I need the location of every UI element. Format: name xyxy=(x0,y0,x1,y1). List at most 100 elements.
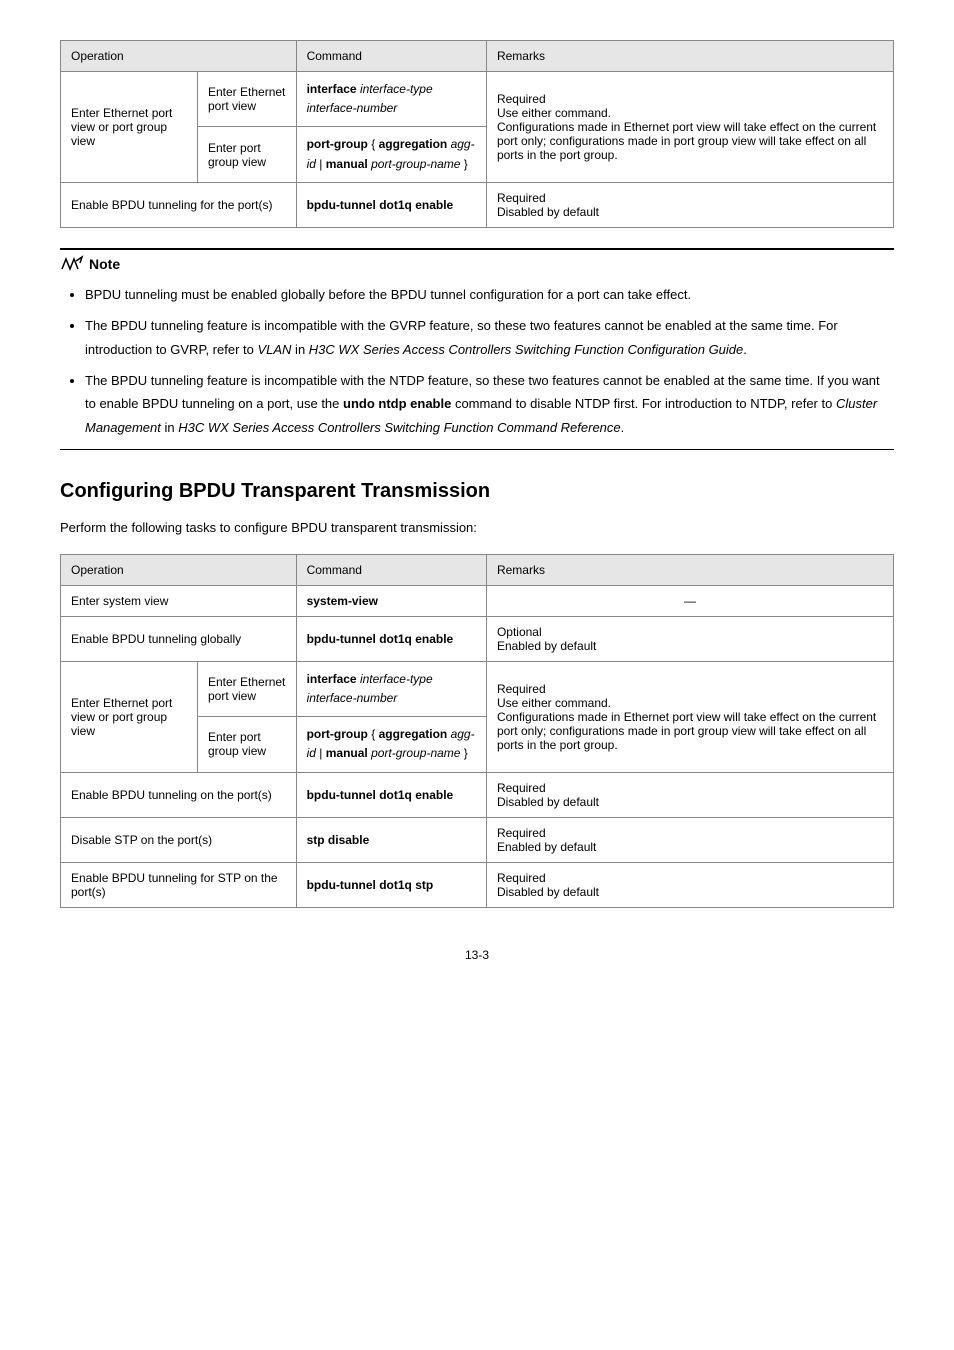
enable-bpdu-cmd: bpdu-tunnel dot1q enable xyxy=(296,182,486,227)
eth-remarks: Required Use either command. Configurati… xyxy=(486,72,893,183)
enable-bpdu-label: Enable BPDU tunneling for the port(s) xyxy=(61,182,297,227)
enter-view-cell: Enter Ethernet port view or port group v… xyxy=(61,72,198,183)
note-italic: H3C WX Series Access Controllers Switchi… xyxy=(309,342,743,357)
enable-stp-label: Enable BPDU tunneling for STP on the por… xyxy=(61,862,297,907)
disable-stp-remarks: Required Enabled by default xyxy=(486,817,893,862)
enabled-label: Enabled by default xyxy=(497,639,596,653)
table-row: Enter Ethernet port view or port group v… xyxy=(61,661,894,716)
table-row: Disable STP on the port(s) stp disable R… xyxy=(61,817,894,862)
enter-view-cell: Enter Ethernet port view or port group v… xyxy=(61,661,198,772)
table-bpdu-transparent: Operation Command Remarks Enter system v… xyxy=(60,554,894,908)
required-label: Required xyxy=(497,191,546,205)
cmd-interface: interface xyxy=(307,82,357,96)
port-group-cmd: port-group { aggregation agg-id | manual… xyxy=(296,717,486,772)
disable-stp-label: Disable STP on the port(s) xyxy=(61,817,297,862)
port-group-label: Enter port group view xyxy=(198,717,297,772)
cmd-portgroup: port-group xyxy=(307,137,368,151)
enable-on-cmd: bpdu-tunnel dot1q enable xyxy=(296,772,486,817)
sysview-cmd: system-view xyxy=(296,585,486,616)
col-operation: Operation xyxy=(61,554,297,585)
enable-stp-remarks: Required Disabled by default xyxy=(486,862,893,907)
enable-on-label: Enable BPDU tunneling on the port(s) xyxy=(61,772,297,817)
note-header: Note xyxy=(60,255,894,273)
table-row: Enable BPDU tunneling for the port(s) bp… xyxy=(61,182,894,227)
col-remarks: Remarks xyxy=(486,554,893,585)
col-remarks: Remarks xyxy=(486,41,893,72)
col-operation: Operation xyxy=(61,41,297,72)
note-bold: undo ntdp enable xyxy=(343,396,451,411)
table-row: Enable BPDU tunneling on the port(s) bpd… xyxy=(61,772,894,817)
note-item: The BPDU tunneling feature is incompatib… xyxy=(85,369,894,439)
cmd-manual: manual xyxy=(326,157,371,171)
enable-stp-cmd: bpdu-tunnel dot1q stp xyxy=(296,862,486,907)
port-group-cmd: port-group { aggregation agg-id | manual… xyxy=(296,127,486,182)
note-separator-bottom xyxy=(60,449,894,450)
eth-cmd: interface interface-type interface-numbe… xyxy=(296,72,486,127)
enable-on-remarks: Required Disabled by default xyxy=(486,772,893,817)
note-text: . xyxy=(743,342,747,357)
config-desc: Configurations made in Ethernet port vie… xyxy=(497,120,876,162)
required-label: Required xyxy=(497,92,546,106)
global-remarks: Optional Enabled by default xyxy=(486,616,893,661)
table-row: Enable BPDU tunneling for STP on the por… xyxy=(61,862,894,907)
note-icon xyxy=(60,255,84,273)
note-item: The BPDU tunneling feature is incompatib… xyxy=(85,314,894,361)
section-subtext: Perform the following tasks to configure… xyxy=(60,518,894,539)
note-list: BPDU tunneling must be enabled globally … xyxy=(60,283,894,439)
cmd-agg: aggregation xyxy=(375,727,450,741)
required-label: Required xyxy=(497,682,546,696)
note-label: Note xyxy=(89,256,120,272)
sysview-dash: — xyxy=(486,585,893,616)
table-row: Enter Ethernet port view or port group v… xyxy=(61,72,894,127)
disable-stp-cmd: stp disable xyxy=(296,817,486,862)
cmd-portgroup: port-group xyxy=(307,727,368,741)
enable-bpdu-remarks: Required Disabled by default xyxy=(486,182,893,227)
eth-cmd: interface interface-type interface-numbe… xyxy=(296,661,486,716)
col-command: Command xyxy=(296,554,486,585)
cmd-interface: interface xyxy=(307,672,357,686)
eth-remarks: Required Use either command. Configurati… xyxy=(486,661,893,772)
note-item: BPDU tunneling must be enabled globally … xyxy=(85,283,894,306)
note-text: BPDU tunneling must be enabled globally … xyxy=(85,287,691,302)
cmd-manual: manual xyxy=(326,746,371,760)
table-row: Enable BPDU tunneling globally bpdu-tunn… xyxy=(61,616,894,661)
required-label: Required xyxy=(497,826,546,840)
note-separator-top xyxy=(60,248,894,250)
note-italic: H3C WX Series Access Controllers Switchi… xyxy=(178,420,620,435)
disabled-label: Disabled by default xyxy=(497,795,599,809)
pipe: | xyxy=(316,746,326,760)
note-text: . xyxy=(621,420,625,435)
required-label: Required xyxy=(497,871,546,885)
sysview-label: Enter system view xyxy=(61,585,297,616)
config-desc: Configurations made in Ethernet port vie… xyxy=(497,710,876,752)
table-bpdu-tunneling: Operation Command Remarks Enter Ethernet… xyxy=(60,40,894,228)
col-command: Command xyxy=(296,41,486,72)
table-header-row: Operation Command Remarks xyxy=(61,41,894,72)
required-label: Required xyxy=(497,781,546,795)
table-header-row: Operation Command Remarks xyxy=(61,554,894,585)
close-brace: } xyxy=(460,157,467,171)
cmd-groupname: port-group-name xyxy=(371,157,460,171)
global-label: Enable BPDU tunneling globally xyxy=(61,616,297,661)
use-either-label: Use either command. xyxy=(497,106,611,120)
section-title: Configuring BPDU Transparent Transmissio… xyxy=(60,480,894,503)
enabled-label: Enabled by default xyxy=(497,840,596,854)
page-number: 13-3 xyxy=(60,948,894,962)
note-text: command to disable NTDP first. For intro… xyxy=(451,396,836,411)
note-text: in xyxy=(291,342,308,357)
close-brace: } xyxy=(460,746,467,760)
note-text: in xyxy=(161,420,178,435)
cmd-agg: aggregation xyxy=(375,137,450,151)
port-group-label: Enter port group view xyxy=(198,127,297,182)
pipe: | xyxy=(316,157,326,171)
disabled-label: Disabled by default xyxy=(497,885,599,899)
table-row: Enter system view system-view — xyxy=(61,585,894,616)
optional-label: Optional xyxy=(497,625,542,639)
use-either-label: Use either command. xyxy=(497,696,611,710)
eth-port-view-label: Enter Ethernet port view xyxy=(198,661,297,716)
cmd-groupname: port-group-name xyxy=(371,746,460,760)
eth-port-view-label: Enter Ethernet port view xyxy=(198,72,297,127)
note-italic: VLAN xyxy=(257,342,291,357)
disabled-label: Disabled by default xyxy=(497,205,599,219)
global-cmd: bpdu-tunnel dot1q enable xyxy=(296,616,486,661)
